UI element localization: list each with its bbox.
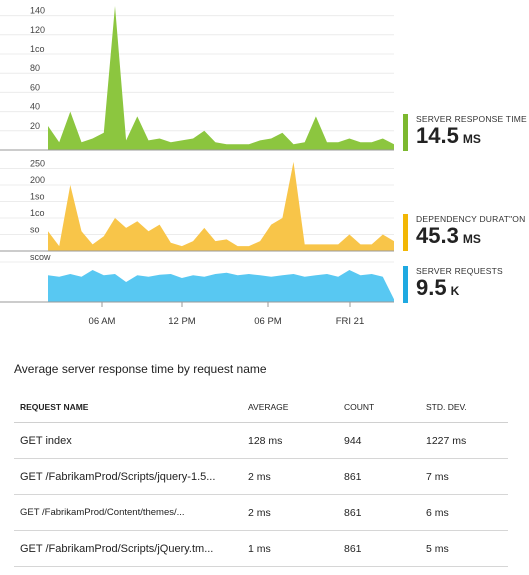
y-tick-label: 40 xyxy=(30,102,40,112)
series-area xyxy=(48,161,394,251)
metric-unit: MS xyxy=(462,232,481,246)
metric-value: 45.3 xyxy=(416,223,459,248)
cell-count: 861 xyxy=(338,458,420,495)
table-row[interactable]: GET /FabrikamProd/Scripts/jquery-1.5... … xyxy=(14,458,508,495)
cell-average: 128 ms xyxy=(242,422,338,459)
y-tick-label: 140 xyxy=(30,6,45,16)
x-tick-label: FRI 21 xyxy=(336,316,365,327)
column-header-request-name[interactable]: REQUEST NAME xyxy=(14,392,242,423)
y-tick-label: scow xyxy=(30,252,51,262)
table-row[interactable]: GET /FabrikamProd/Content/themes/... 2 m… xyxy=(14,494,508,531)
cell-request-name: GET /FabrikamProd/Content/themes/... xyxy=(14,494,242,531)
column-header-std-dev[interactable]: STD. DEV. xyxy=(420,392,508,423)
y-tick-label: 80 xyxy=(30,63,40,73)
y-tick-label: 120 xyxy=(30,25,45,35)
metric-server-requests[interactable]: SERVER REQUESTS 9.5 K xyxy=(403,266,503,303)
cell-std-dev: 7 ms xyxy=(420,458,508,495)
x-tick-label: 06 AM xyxy=(89,316,116,327)
y-tick-label: 250 xyxy=(30,159,45,169)
metric-value: 14.5 xyxy=(416,123,459,148)
cell-std-dev: 6 ms xyxy=(420,494,508,531)
metric-value: 9.5 xyxy=(416,275,447,300)
cell-average: 2 ms xyxy=(242,458,338,495)
request-table: REQUEST NAME AVERAGE COUNT STD. DEV. GET… xyxy=(14,392,508,567)
cell-std-dev: 1227 ms xyxy=(420,422,508,459)
cell-count: 861 xyxy=(338,494,420,531)
x-tick-label: 06 PM xyxy=(254,316,282,327)
series-area xyxy=(48,270,394,302)
x-tick-label: 12 PM xyxy=(168,316,196,327)
table-title: Average server response time by request … xyxy=(14,362,267,376)
cell-std-dev: 5 ms xyxy=(420,530,508,567)
column-header-count[interactable]: COUNT xyxy=(338,392,420,423)
metric-unit: MS xyxy=(462,132,481,146)
series-area xyxy=(48,6,394,150)
y-tick-label: 60 xyxy=(30,82,40,92)
metrics-charts: 20 40 60 80 1co 120 140 so 1co 1so 200 250 scow 06 AM… xyxy=(0,6,394,327)
cell-average: 2 ms xyxy=(242,494,338,531)
table-row[interactable]: GET /FabrikamProd/Scripts/jQuery.tm... 1… xyxy=(14,530,508,567)
y-tick-label: 1co xyxy=(30,208,45,218)
y-tick-label: 1so xyxy=(30,192,45,202)
y-tick-label: 20 xyxy=(30,121,40,131)
metric-dependency-duration[interactable]: DEPENDENCY DURAT"ON 45.3 MS xyxy=(403,214,525,251)
y-tick-label: 1co xyxy=(30,44,45,54)
column-header-average[interactable]: AVERAGE xyxy=(242,392,338,423)
cell-request-name: GET /FabrikamProd/Scripts/jQuery.tm... xyxy=(14,530,242,567)
y-tick-label: 200 xyxy=(30,175,45,185)
cell-average: 1 ms xyxy=(242,530,338,567)
cell-count: 861 xyxy=(338,530,420,567)
y-tick-label: so xyxy=(30,225,40,235)
metric-unit: K xyxy=(450,284,460,298)
table-row[interactable]: GET index 128 ms 944 1227 ms xyxy=(14,422,508,459)
metric-server-response-time[interactable]: SERVER RESPONSE TIME 14.5 MS xyxy=(403,114,527,151)
cell-count: 944 xyxy=(338,422,420,459)
cell-request-name: GET index xyxy=(14,422,242,459)
table-header-row: REQUEST NAME AVERAGE COUNT STD. DEV. xyxy=(14,392,508,423)
cell-request-name: GET /FabrikamProd/Scripts/jquery-1.5... xyxy=(14,458,242,495)
